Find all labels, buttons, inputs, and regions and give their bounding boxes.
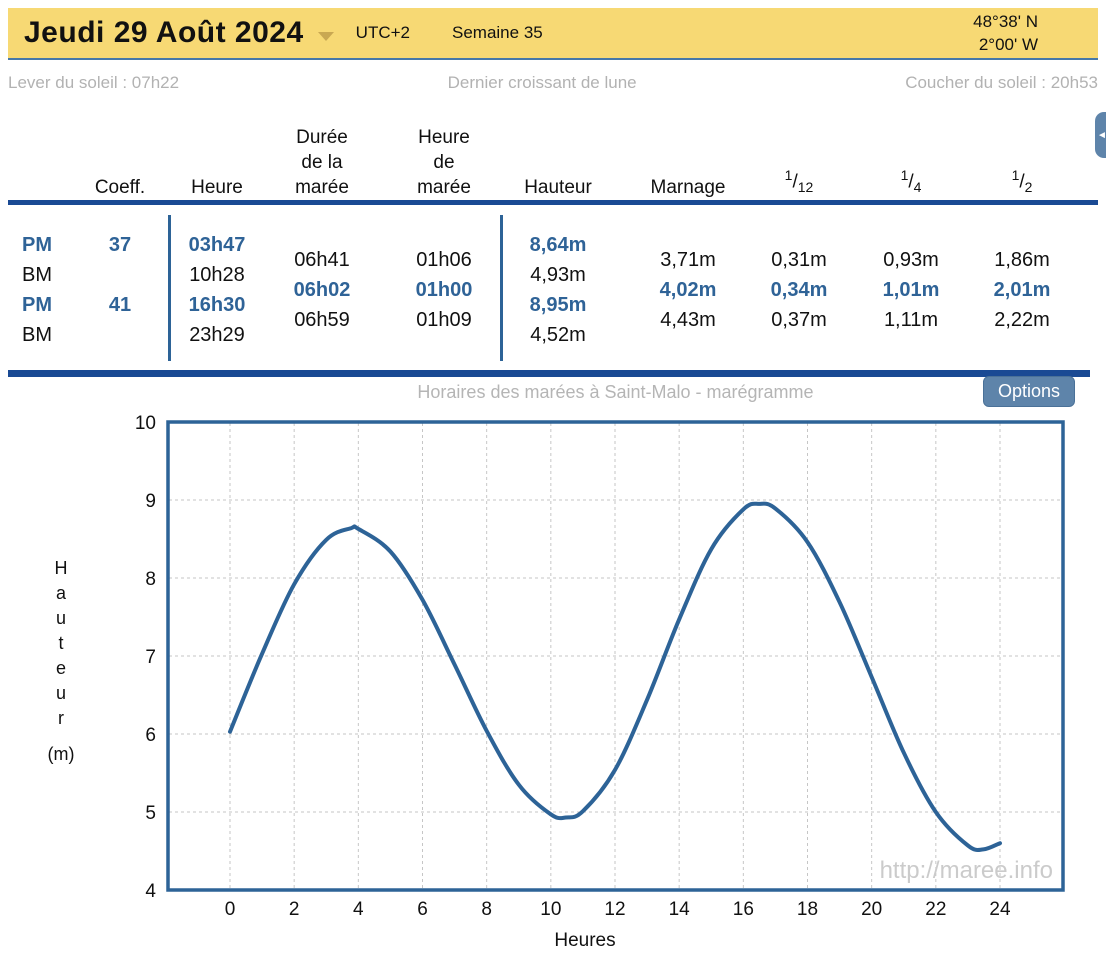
tides-hauteur-cell: 8,64m [530,230,587,260]
intervals-f12-cell: 0,34m [771,275,828,305]
chevron-left-icon: ◄ [1097,130,1106,141]
intervals-f12-cell: 0,37m [771,305,827,335]
col-one-quarter: 0,93m1,01m1,11m [863,245,959,335]
intervals-duree-cell: 06h41 [294,245,350,275]
tide-curve-chart: 45678910024681012141618202224Heureshttp:… [0,410,1106,964]
table-header-rule [8,200,1098,205]
sunrise-label: Lever du soleil : 07h22 [8,73,179,93]
col-header-one-half: 1/2 [974,105,1070,200]
x-tick-label: 16 [733,899,754,920]
tides-heure-cell: 16h30 [189,290,246,320]
intervals-f2-cell: 2,01m [994,275,1051,305]
tides-type-cell: PM [22,290,52,320]
col-heure-maree: 01h0601h0001h09 [399,245,489,335]
date-selector[interactable]: Jeudi 29 Août 2024 [24,16,334,50]
tides-coeff-cell: 37 [109,230,131,260]
tides-coeff-cell: 41 [109,290,131,320]
intervals-marnage-cell: 3,71m [660,245,716,275]
tides-type-cell: BM [22,320,52,350]
intervals-heure_maree-cell: 01h06 [416,245,472,275]
chevron-down-icon[interactable] [318,32,334,41]
chart-title: Horaires des marées à Saint-Malo - marég… [168,382,1063,403]
col-header-heure-maree: Heure de marée [399,105,489,200]
tides-heure-cell: 10h28 [189,260,245,290]
y-tick-label: 4 [145,881,156,902]
x-tick-label: 12 [604,899,625,920]
y-tick-label: 8 [145,569,156,590]
intervals-f4-cell: 1,01m [883,275,940,305]
tides-hauteur-cell: 8,95m [530,290,587,320]
intervals-heure_maree-cell: 01h00 [416,275,473,305]
date-banner: Jeudi 29 Août 2024 UTC+2 Semaine 35 48°3… [8,8,1098,60]
col-marnage: 3,71m4,02m4,43m [640,245,736,335]
col-one-twelfth: 0,31m0,34m0,37m [751,245,847,335]
column-separator [168,215,171,361]
intervals-f2-cell: 2,22m [994,305,1050,335]
tides-hauteur-cell: 4,93m [530,260,586,290]
col-header-hauteur: Hauteur [510,105,606,200]
intervals-marnage-cell: 4,02m [660,275,717,305]
col-header-duree: Durée de la marée [277,105,367,200]
y-tick-label: 9 [145,491,156,512]
col-coeff: 37 41 [82,230,158,350]
options-button-label: Options [998,381,1060,402]
col-header-heure: Heure [172,105,262,200]
col-header-marnage: Marnage [640,105,736,200]
tides-hauteur-cell: 4,52m [530,320,586,350]
intervals-duree-cell: 06h59 [294,305,350,335]
x-axis-title: Heures [554,930,615,951]
y-tick-label: 5 [145,803,156,824]
x-tick-label: 10 [540,899,561,920]
col-duree: 06h4106h0206h59 [277,245,367,335]
intervals-marnage-cell: 4,43m [660,305,716,335]
y-tick-label: 6 [145,725,156,746]
watermark: http://maree.info [880,857,1053,884]
intervals-f12-cell: 0,31m [771,245,827,275]
x-tick-label: 22 [925,899,946,920]
tides-heure-cell: 03h47 [189,230,246,260]
col-hauteur: 8,64m4,93m8,95m4,52m [510,230,606,350]
intervals-duree-cell: 06h02 [294,275,351,305]
column-separator [500,215,503,361]
x-tick-label: 18 [797,899,818,920]
x-tick-label: 20 [861,899,882,920]
intervals-f4-cell: 0,93m [883,245,939,275]
sunset-label: Coucher du soleil : 20h53 [905,73,1098,93]
moon-phase-label: Dernier croissant de lune [448,73,637,93]
col-one-half: 1,86m2,01m2,22m [974,245,1070,335]
col-header-coeff: Coeff. [82,105,158,200]
intervals-heure_maree-cell: 01h09 [416,305,472,335]
section-divider [8,370,1090,377]
tides-type-cell: BM [22,260,52,290]
side-panel-tab[interactable]: ◄ [1095,112,1106,158]
x-tick-label: 24 [989,899,1011,920]
col-heure: 03h4710h2816h3023h29 [172,230,262,350]
x-tick-label: 2 [289,899,300,920]
x-tick-label: 4 [353,899,364,920]
tides-heure-cell: 23h29 [189,320,245,350]
page-title-date: Jeudi 29 Août 2024 [24,16,304,50]
coordinates: 48°38' N 2°00' W [973,10,1038,56]
intervals-f4-cell: 1,11m [884,305,938,335]
week-label: Semaine 35 [452,23,543,43]
sun-info-row: Lever du soleil : 07h22 Dernier croissan… [8,73,1098,93]
y-tick-label: 7 [145,647,156,668]
y-tick-label: 10 [135,413,156,434]
col-tide-type: PMBMPMBM [22,230,68,350]
x-tick-label: 14 [669,899,691,920]
x-tick-label: 6 [417,899,428,920]
longitude-value: 2°00' W [973,33,1038,56]
intervals-f2-cell: 1,86m [994,245,1050,275]
timezone-label: UTC+2 [356,23,410,43]
col-header-one-twelfth: 1/12 [751,105,847,200]
col-header-one-quarter: 1/4 [863,105,959,200]
tides-type-cell: PM [22,230,52,260]
x-tick-label: 8 [481,899,492,920]
tide-table: Coeff. Heure Durée de la marée Heure de … [8,105,1098,367]
latitude-value: 48°38' N [973,10,1038,33]
x-tick-label: 0 [225,899,236,920]
options-button[interactable]: Options [983,376,1075,407]
